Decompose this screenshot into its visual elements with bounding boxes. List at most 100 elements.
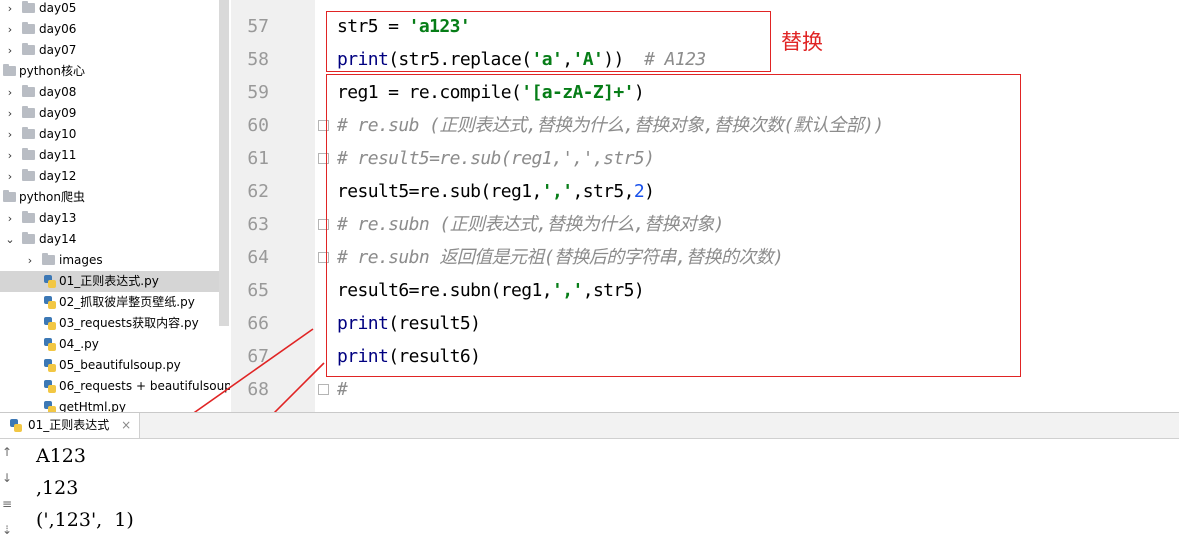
chevron-right-icon[interactable]: ›	[4, 103, 16, 124]
folder-icon	[22, 85, 35, 97]
chevron-right-icon[interactable]: ›	[4, 208, 16, 229]
line-number: 57	[247, 16, 269, 37]
tree-item-label: day08	[39, 85, 77, 99]
chevron-right-icon[interactable]: ›	[4, 82, 16, 103]
annotation-box-replace	[326, 11, 771, 72]
tree-folder-item[interactable]: › day07	[0, 40, 219, 61]
tree-folder-item[interactable]: › day05	[0, 0, 219, 19]
tree-file-item[interactable]: 03_requests获取内容.py	[0, 313, 219, 334]
line-number: 66	[247, 313, 269, 334]
python-file-icon	[44, 338, 56, 351]
folder-icon	[22, 211, 35, 223]
run-tab[interactable]: 01_正则表达式 ×	[0, 413, 141, 438]
folder-icon	[22, 43, 35, 55]
up-arrow-icon[interactable]: ↑	[0, 443, 14, 461]
code-token: #	[337, 379, 348, 400]
tree-file-item[interactable]: 04_.py	[0, 334, 219, 355]
folder-icon	[22, 106, 35, 118]
project-tree: › day05 › day06 › day07 python核心 › day08 › day09 › d…	[0, 0, 230, 412]
folder-icon	[22, 148, 35, 160]
line-number: 68	[247, 379, 269, 400]
chevron-right-icon[interactable]: ›	[24, 250, 36, 271]
tree-item-label: day13	[39, 211, 77, 225]
tree-item-label: day14	[39, 232, 77, 246]
tree-folder-item[interactable]: › day13	[0, 208, 219, 229]
python-file-icon	[44, 401, 56, 412]
line-number: 59	[247, 82, 269, 103]
tree-item-label: day07	[39, 43, 77, 57]
folder-icon	[42, 253, 55, 265]
scroll-to-end-icon[interactable]: ⇣	[0, 521, 14, 539]
line-number: 58	[247, 49, 269, 70]
down-arrow-icon[interactable]: ↓	[0, 469, 14, 487]
folder-icon	[22, 232, 35, 244]
python-file-icon	[10, 419, 22, 432]
tree-file-item[interactable]: 01_正则表达式.py	[0, 271, 219, 292]
chevron-right-icon[interactable]: ›	[4, 166, 16, 187]
tree-file-item[interactable]: 06_requests + beautifulsoup.	[0, 376, 230, 397]
tree-folder-item[interactable]: › images	[0, 250, 219, 271]
chevron-right-icon[interactable]: ›	[4, 0, 16, 19]
tree-folder-item[interactable]: python核心	[0, 61, 219, 82]
tree-item-label: python爬虫	[19, 190, 85, 204]
run-tab-bar: 01_正则表达式 ×	[0, 413, 1179, 439]
annotation-box-regex	[326, 74, 1021, 377]
tree-scrollbar[interactable]	[219, 0, 229, 326]
tree-file-item[interactable]: 05_beautifulsoup.py	[0, 355, 219, 376]
folder-icon	[22, 1, 35, 13]
line-number: 64	[247, 247, 269, 268]
tree-item-label: day06	[39, 22, 77, 36]
folder-icon	[3, 190, 16, 202]
tree-item-label: day11	[39, 148, 77, 162]
folder-icon	[3, 64, 16, 76]
line-number-gutter: 57 58 59 60 61 62 63 64 65 66 67 68	[231, 0, 315, 412]
tree-folder-item[interactable]: › day06	[0, 19, 219, 40]
line-number: 63	[247, 214, 269, 235]
tree-folder-item[interactable]: › day10	[0, 124, 219, 145]
tree-item-label: day05	[39, 1, 77, 15]
tree-folder-item[interactable]: › day11	[0, 145, 219, 166]
line-number: 65	[247, 280, 269, 301]
tree-item-label: python核心	[19, 64, 85, 78]
tree-folder-item[interactable]: ⌄ day14	[0, 229, 219, 250]
chevron-right-icon[interactable]: ›	[4, 145, 16, 166]
line-number: 60	[247, 115, 269, 136]
tree-item-label: 06_requests + beautifulsoup.	[59, 379, 230, 393]
tree-item-label: 04_.py	[59, 337, 99, 351]
folder-icon	[22, 22, 35, 34]
run-tab-label: 01_正则表达式	[28, 418, 110, 432]
tree-folder-item[interactable]: › day08	[0, 82, 219, 103]
soft-wrap-icon[interactable]: ≡	[0, 495, 14, 513]
chevron-down-icon[interactable]: ⌄	[4, 229, 16, 250]
python-file-icon	[44, 296, 56, 309]
python-file-icon	[44, 275, 56, 288]
tree-item-label: 03_requests获取内容.py	[59, 316, 199, 330]
console-output-line: ,123	[36, 477, 79, 499]
tree-file-item[interactable]: getHtml.py	[0, 397, 219, 412]
chevron-right-icon[interactable]: ›	[4, 124, 16, 145]
code-line: #	[337, 373, 348, 406]
tree-folder-item[interactable]: › day09	[0, 103, 219, 124]
line-number: 61	[247, 148, 269, 169]
tree-folder-item[interactable]: python爬虫	[0, 187, 219, 208]
run-toolbar: ↑ ↓ ≡ ⇣	[0, 439, 14, 539]
folder-icon	[22, 169, 35, 181]
tree-file-item[interactable]: 02_抓取彼岸整页壁纸.py	[0, 292, 219, 313]
tree-item-label: day10	[39, 127, 77, 141]
tree-item-label: day12	[39, 169, 77, 183]
tree-item-label: day09	[39, 106, 77, 120]
annotation-label: 替换	[781, 30, 823, 54]
console-output-line: A123	[36, 445, 86, 467]
chevron-right-icon[interactable]: ›	[4, 19, 16, 40]
tree-folder-item[interactable]: › day12	[0, 166, 219, 187]
run-panel: 01_正则表达式 × ↑ ↓ ≡ ⇣ A123 ,123 (',123', 1)	[0, 412, 1179, 539]
chevron-right-icon[interactable]: ›	[4, 40, 16, 61]
python-file-icon	[44, 317, 56, 330]
fold-marker-icon[interactable]	[318, 384, 329, 395]
tree-item-label: getHtml.py	[59, 400, 126, 412]
tree-item-label: 05_beautifulsoup.py	[59, 358, 181, 372]
python-file-icon	[44, 380, 56, 393]
tree-item-label: 01_正则表达式.py	[59, 274, 159, 288]
close-icon[interactable]: ×	[121, 418, 131, 432]
folder-icon	[22, 127, 35, 139]
